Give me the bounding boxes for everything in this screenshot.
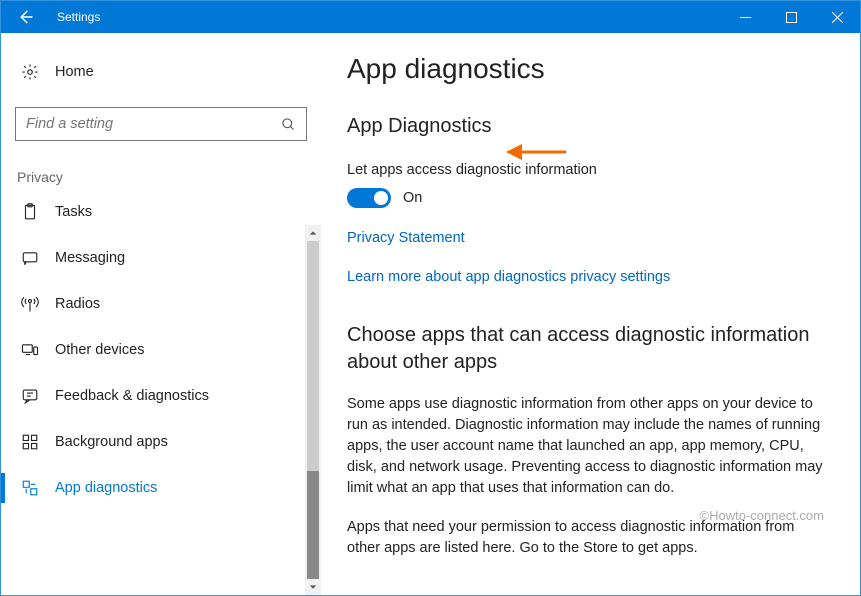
learn-more-link[interactable]: Learn more about app diagnostics privacy… xyxy=(347,269,670,285)
toggle-state: On xyxy=(403,190,422,206)
minimize-icon xyxy=(740,12,751,23)
page-title: App diagnostics xyxy=(347,53,824,85)
category-heading: Privacy xyxy=(15,169,307,185)
sidebar-item-label: Radios xyxy=(55,296,100,312)
gear-icon xyxy=(21,63,39,81)
sidebar-item-label: Other devices xyxy=(55,342,144,358)
titlebar: Settings xyxy=(1,1,860,33)
scroll-down-arrow[interactable] xyxy=(305,579,321,595)
toggle-knob xyxy=(374,191,388,205)
back-button[interactable] xyxy=(1,1,49,33)
section-title: App Diagnostics xyxy=(347,115,824,138)
main-panel: App diagnostics App Diagnostics Let apps… xyxy=(321,33,860,595)
watermark: ©Howto-connect.com xyxy=(700,508,824,523)
scroll-up-arrow[interactable] xyxy=(305,225,321,241)
grid-icon xyxy=(21,433,39,451)
close-button[interactable] xyxy=(814,1,860,33)
choose-apps-heading: Choose apps that can access diagnostic i… xyxy=(347,322,824,376)
scroll-thumb-dark[interactable] xyxy=(307,471,319,579)
content-area: Home Privacy Tasks Messaging Radios Othe… xyxy=(1,33,860,595)
search-input[interactable] xyxy=(26,116,266,132)
sidebar-item-tasks[interactable]: Tasks xyxy=(15,189,307,235)
search-box[interactable] xyxy=(15,107,307,141)
feedback-icon xyxy=(21,387,39,405)
sidebar-item-label: App diagnostics xyxy=(55,480,157,496)
toggle-label: Let apps access diagnostic information xyxy=(347,162,824,178)
sidebar-item-app-diagnostics[interactable]: App diagnostics xyxy=(15,465,307,511)
search-icon xyxy=(281,117,296,132)
home-label: Home xyxy=(55,64,94,80)
sidebar-item-label: Feedback & diagnostics xyxy=(55,388,209,404)
scroll-thumb[interactable] xyxy=(307,241,319,471)
nav-list: Tasks Messaging Radios Other devices Fee… xyxy=(15,189,307,511)
sidebar-item-label: Tasks xyxy=(55,204,92,220)
window-title: Settings xyxy=(57,10,100,24)
window-controls xyxy=(722,1,860,33)
devices-icon xyxy=(21,341,39,359)
sidebar-item-label: Messaging xyxy=(55,250,125,266)
sidebar-item-other-devices[interactable]: Other devices xyxy=(15,327,307,373)
close-icon xyxy=(832,12,843,23)
description-2: Apps that need your permission to access… xyxy=(347,517,824,559)
radio-icon xyxy=(21,295,39,313)
privacy-statement-link[interactable]: Privacy Statement xyxy=(347,230,465,246)
toggle-row: On xyxy=(347,188,824,208)
sidebar: Home Privacy Tasks Messaging Radios Othe… xyxy=(1,33,321,595)
back-arrow-icon xyxy=(16,8,34,26)
minimize-button[interactable] xyxy=(722,1,768,33)
sidebar-item-background-apps[interactable]: Background apps xyxy=(15,419,307,465)
description-1: Some apps use diagnostic information fro… xyxy=(347,394,824,499)
message-icon xyxy=(21,249,39,267)
sidebar-item-messaging[interactable]: Messaging xyxy=(15,235,307,281)
maximize-icon xyxy=(786,12,797,23)
clipboard-icon xyxy=(21,203,39,221)
diagnostics-toggle[interactable] xyxy=(347,188,391,208)
sidebar-item-label: Background apps xyxy=(55,434,168,450)
home-nav[interactable]: Home xyxy=(15,53,307,91)
sidebar-item-feedback[interactable]: Feedback & diagnostics xyxy=(15,373,307,419)
diag-icon xyxy=(21,479,39,497)
sidebar-item-radios[interactable]: Radios xyxy=(15,281,307,327)
maximize-button[interactable] xyxy=(768,1,814,33)
sidebar-scrollbar[interactable] xyxy=(305,225,321,595)
